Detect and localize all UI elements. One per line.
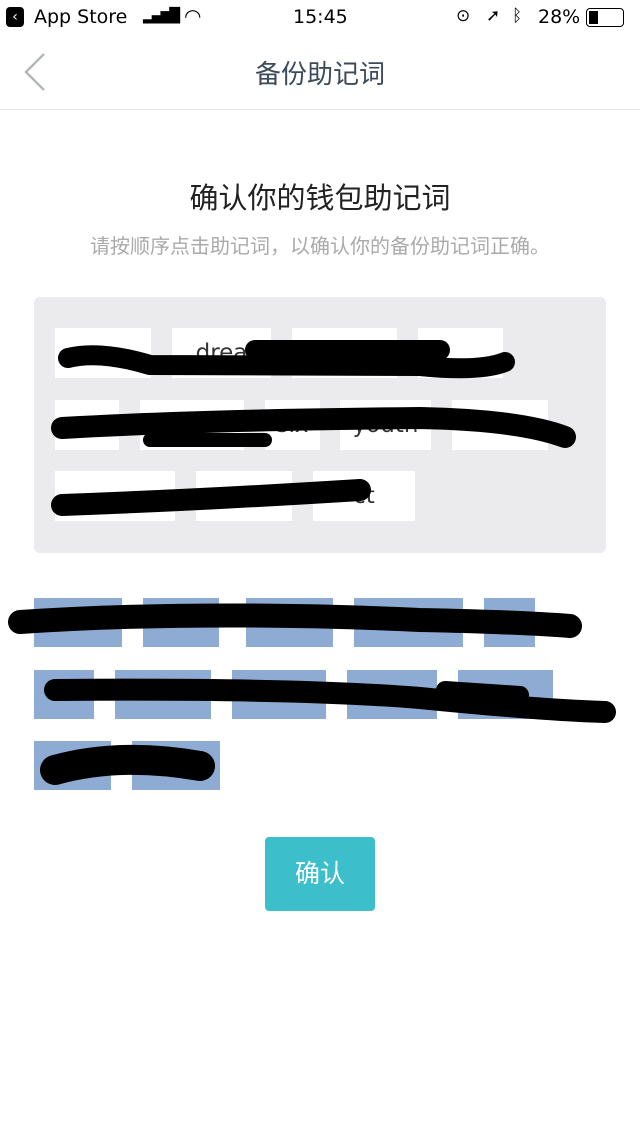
- wifi-icon: ◠: [184, 4, 202, 28]
- word-pool-chip[interactable]: [484, 598, 535, 647]
- location-icon: ➚: [486, 6, 501, 26]
- selected-word-chip[interactable]: [55, 328, 151, 378]
- selected-word-chip[interactable]: [418, 328, 503, 378]
- word-pool-chip[interactable]: [347, 670, 437, 719]
- word-pool-chip[interactable]: [458, 670, 553, 719]
- selected-word-chip[interactable]: youth: [340, 400, 431, 450]
- bluetooth-icon: ᛒ: [512, 6, 523, 26]
- selected-word-chip[interactable]: drea: [172, 328, 271, 378]
- page-title: 备份助记词: [254, 60, 385, 90]
- rotation-lock-icon: ⊙: [456, 6, 471, 26]
- redaction-scribbles: [8, 340, 616, 785]
- word-pool-chip[interactable]: [34, 741, 111, 790]
- selected-word-chip[interactable]: ct: [313, 471, 415, 521]
- confirm-button[interactable]: 确认: [265, 837, 375, 911]
- word-pool-chip[interactable]: [246, 598, 333, 647]
- heading: 确认你的钱包助记词: [189, 181, 451, 215]
- word-pool-chip[interactable]: [34, 598, 122, 647]
- back-app-label[interactable]: App Store: [34, 6, 127, 28]
- selected-word-chip[interactable]: [55, 471, 175, 521]
- instruction-text: 请按顺序点击助记词，以确认你的备份助记词正确。: [90, 234, 550, 258]
- signal-icon: ▂▄▆█: [143, 8, 180, 24]
- word-pool-chip[interactable]: [232, 670, 326, 719]
- word-pool-chip[interactable]: [132, 741, 220, 790]
- back-to-app-icon[interactable]: ‹: [6, 7, 24, 27]
- word-pool-chip[interactable]: [354, 598, 463, 647]
- selected-word-chip[interactable]: [196, 471, 292, 521]
- status-bar: ‹ App Store ▂▄▆█ ◠ 15:45 ⊙ ➚ ᛒ 28%: [0, 0, 640, 36]
- selected-word-chip[interactable]: [292, 328, 397, 378]
- battery-percent: 28%: [538, 6, 581, 28]
- selected-word-chip[interactable]: six: [265, 400, 320, 450]
- word-pool-chip[interactable]: [115, 670, 211, 719]
- word-pool-chip[interactable]: [34, 670, 94, 719]
- battery-icon: [586, 8, 624, 27]
- nav-header: 备份助记词: [0, 36, 640, 110]
- selected-word-chip[interactable]: p: [140, 400, 244, 450]
- clock: 15:45: [293, 6, 348, 28]
- selected-word-chip[interactable]: [55, 400, 119, 450]
- selected-word-chip[interactable]: [452, 400, 548, 450]
- word-pool-chip[interactable]: [143, 598, 219, 647]
